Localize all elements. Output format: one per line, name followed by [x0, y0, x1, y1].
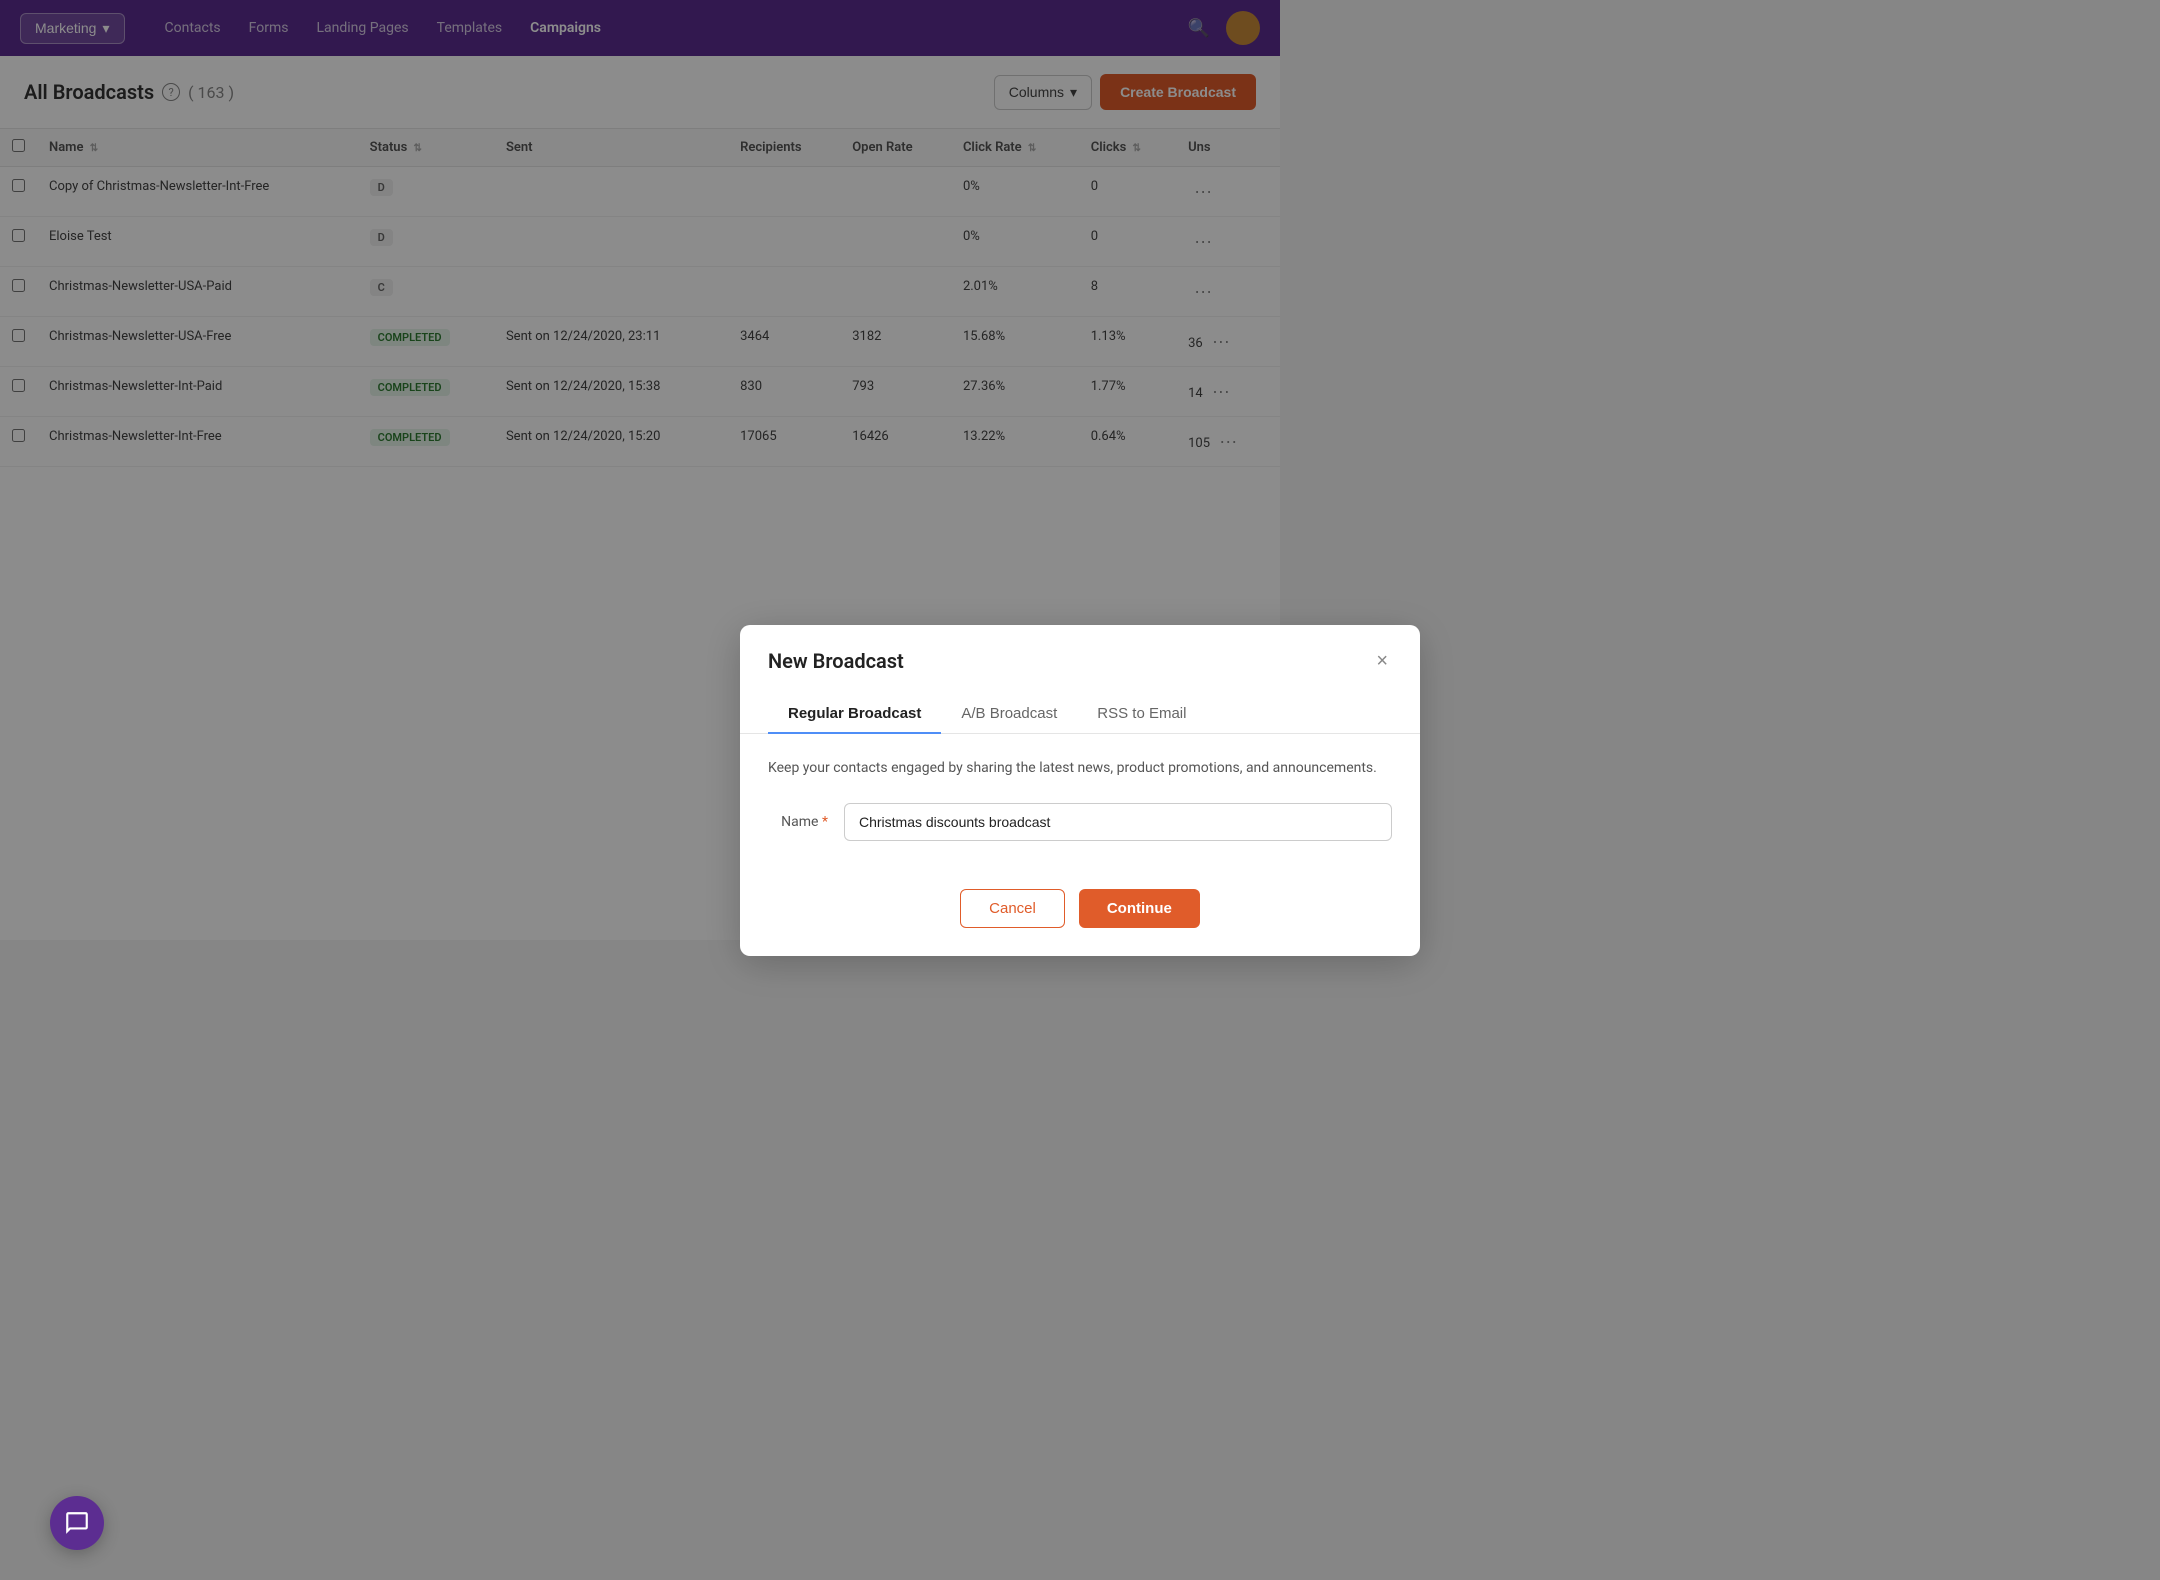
modal-body: Keep your contacts engaged by sharing th… [740, 734, 1420, 889]
modal-tabs: Regular Broadcast A/B Broadcast RSS to E… [740, 675, 1420, 734]
broadcast-name-input[interactable] [844, 803, 1392, 841]
modal-description: Keep your contacts engaged by sharing th… [768, 758, 1392, 779]
continue-button[interactable]: Continue [1079, 889, 1200, 928]
tab-ab-broadcast[interactable]: A/B Broadcast [941, 695, 1077, 734]
modal-header: New Broadcast × [740, 625, 1420, 675]
new-broadcast-modal: New Broadcast × Regular Broadcast A/B Br… [740, 625, 1420, 956]
chat-bubble-button[interactable] [50, 1496, 104, 1550]
modal-title: New Broadcast [768, 649, 904, 673]
name-label: Name * [768, 814, 828, 830]
required-star: * [822, 814, 828, 830]
modal-close-button[interactable]: × [1372, 647, 1392, 675]
modal-footer: Cancel Continue [740, 889, 1420, 956]
modal-overlay[interactable]: New Broadcast × Regular Broadcast A/B Br… [0, 0, 2160, 1580]
cancel-button[interactable]: Cancel [960, 889, 1065, 928]
chat-icon [64, 1510, 90, 1536]
name-form-row: Name * [768, 803, 1392, 841]
tab-regular-broadcast[interactable]: Regular Broadcast [768, 695, 941, 734]
name-label-text: Name [781, 814, 818, 830]
tab-rss-to-email[interactable]: RSS to Email [1077, 695, 1206, 734]
